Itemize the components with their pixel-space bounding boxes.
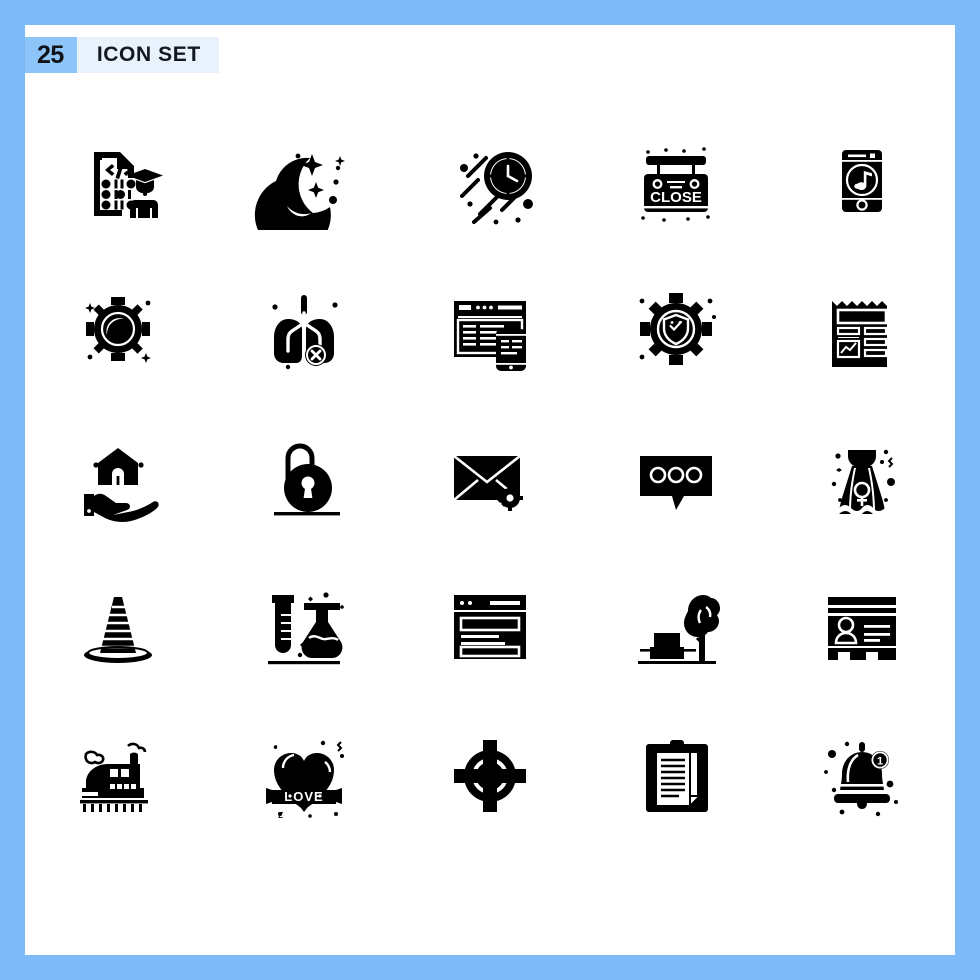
responsive-web-mobile-icon[interactable] <box>415 254 565 403</box>
svg-text:z: z <box>278 809 284 821</box>
icon-grid: CLOSE LOVE z 1 <box>25 105 955 850</box>
mobile-music-player-icon[interactable] <box>787 105 937 254</box>
code-document-graduate-icon[interactable] <box>43 105 193 254</box>
close-sign-board-icon[interactable]: CLOSE <box>601 105 751 254</box>
user-profile-card-icon[interactable] <box>787 552 937 701</box>
love-heart-banner-icon[interactable]: LOVE z <box>229 701 379 850</box>
page-title: ICON SET <box>96 43 201 66</box>
crescent-moon-stars-icon[interactable] <box>229 105 379 254</box>
target-crosshair-icon[interactable] <box>415 701 565 850</box>
header-strip: 25 ICON SET <box>25 37 219 73</box>
chat-bubble-typing-icon[interactable] <box>601 403 751 552</box>
woman-dress-female-icon[interactable] <box>787 403 937 552</box>
icon-set-page: 25 ICON SET CLOSE LOVE z 1 <box>0 0 980 980</box>
lungs-disease-cross-icon[interactable] <box>229 254 379 403</box>
hand-holding-house-icon[interactable] <box>43 403 193 552</box>
fast-clock-motion-icon[interactable] <box>415 105 565 254</box>
white-sheet: 25 ICON SET CLOSE LOVE z 1 <box>25 25 955 955</box>
test-tube-flask-lab-icon[interactable] <box>229 552 379 701</box>
icon-count-badge: 25 <box>25 37 77 73</box>
browser-window-form-icon[interactable] <box>415 552 565 701</box>
clipboard-documents-icon[interactable] <box>601 701 751 850</box>
gear-settings-sparkle-icon[interactable] <box>43 254 193 403</box>
invoice-chart-report-icon[interactable] <box>787 254 937 403</box>
notification-bell-badge-icon[interactable]: 1 <box>787 701 937 850</box>
close-sign-text: CLOSE <box>650 189 702 206</box>
train-locomotive-icon[interactable] <box>43 701 193 850</box>
bell-badge-count: 1 <box>877 755 883 767</box>
open-padlock-keyhole-icon[interactable] <box>229 403 379 552</box>
mail-settings-gear-icon[interactable] <box>415 403 565 552</box>
park-bench-tree-icon[interactable] <box>601 552 751 701</box>
gear-shield-security-icon[interactable] <box>601 254 751 403</box>
traffic-cone-icon[interactable] <box>43 552 193 701</box>
